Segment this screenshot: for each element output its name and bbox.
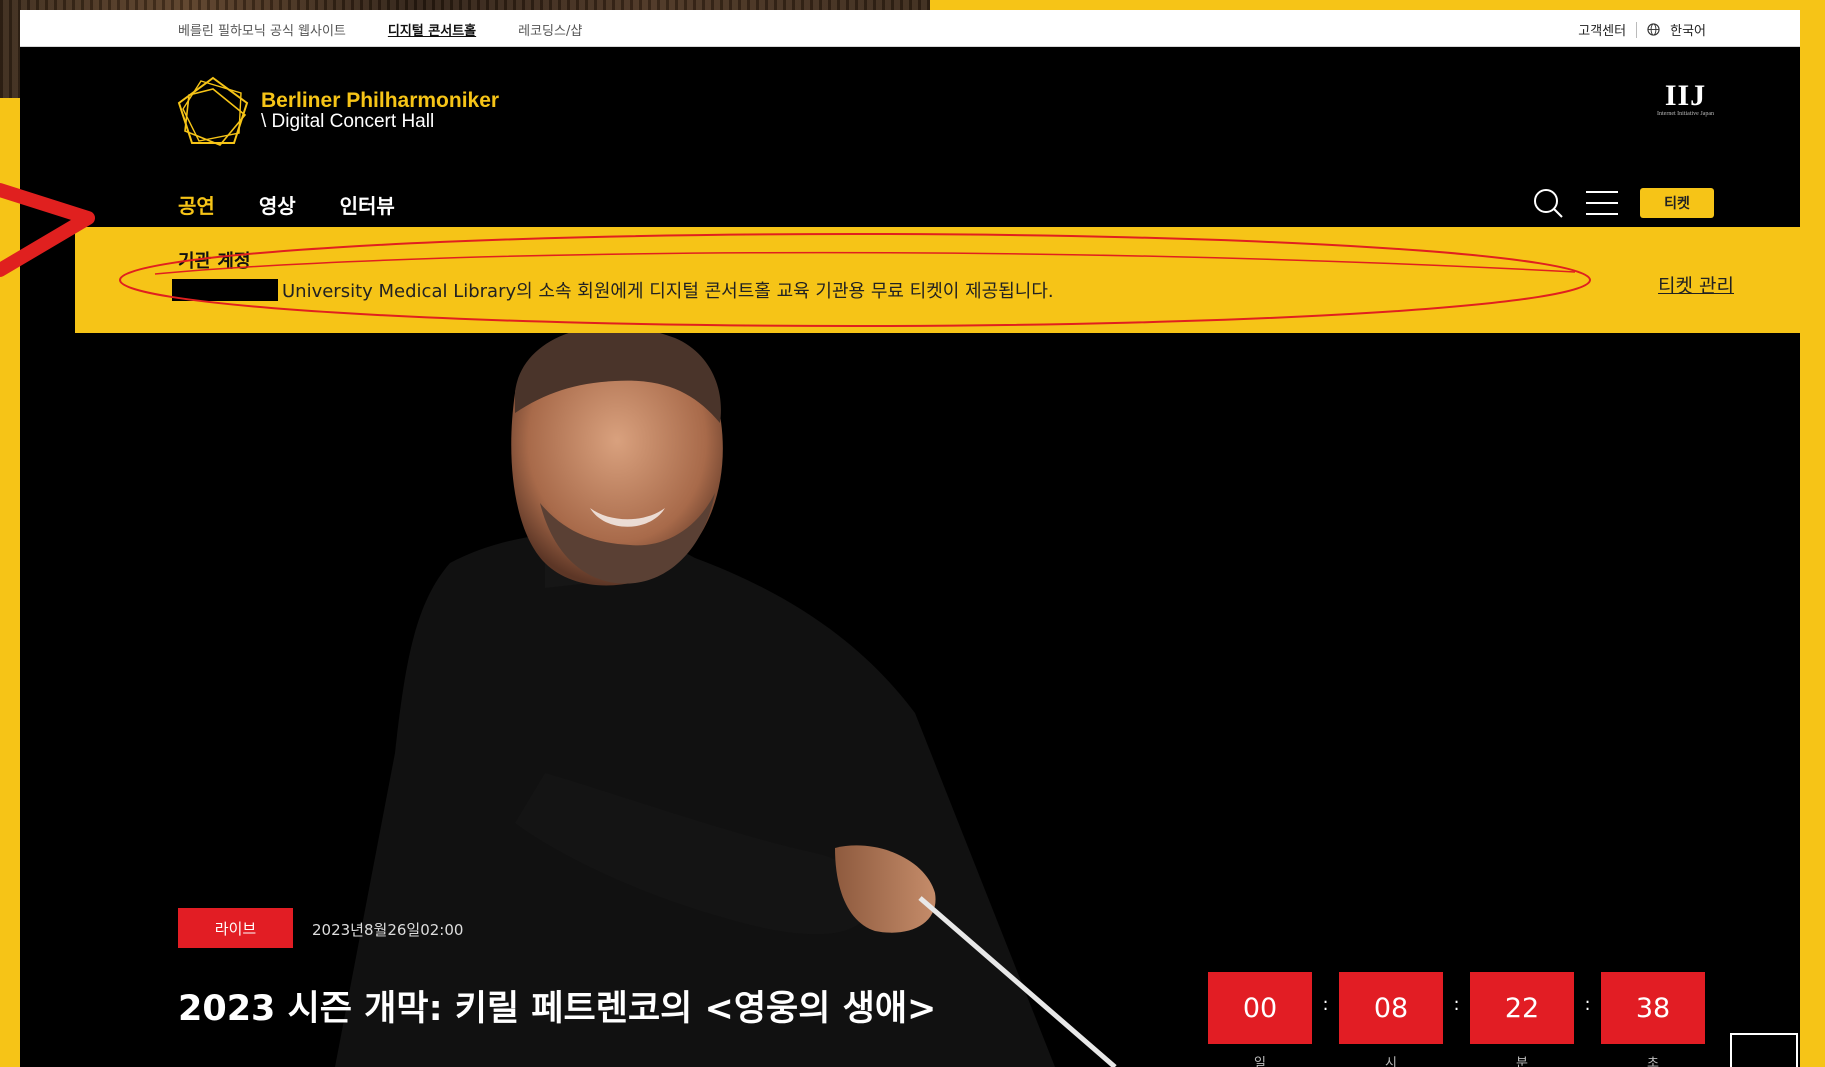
countdown-hours: 08 bbox=[1339, 972, 1443, 1044]
logo-subtitle: \ Digital Concert Hall bbox=[261, 111, 435, 133]
main-nav: 공연 영상 인터뷰 bbox=[178, 190, 395, 219]
countdown-unit-days: 일 bbox=[1254, 1056, 1266, 1067]
countdown-minutes: 22 bbox=[1470, 972, 1574, 1044]
site-header: Berliner Philharmoniker \ Digital Concer… bbox=[20, 47, 1800, 227]
countdown: 00 : 08 : 22 : 38 일 시 분 초 bbox=[1208, 972, 1705, 1067]
banner-message-row: University Medical Library의 소속 회원에게 디지털 … bbox=[172, 277, 1054, 303]
ticket-button[interactable]: 티켓 bbox=[1640, 188, 1714, 218]
logo-pentagon-icon bbox=[177, 76, 249, 146]
globe-icon bbox=[1647, 23, 1660, 36]
hero-image bbox=[75, 333, 1800, 1067]
divider bbox=[1636, 21, 1638, 38]
conductor-photo bbox=[335, 333, 1117, 1067]
countdown-separator: : bbox=[1584, 994, 1591, 1015]
support-link[interactable]: 고객센터 bbox=[1578, 20, 1626, 39]
logo[interactable]: Berliner Philharmoniker \ Digital Concer… bbox=[175, 75, 499, 147]
countdown-days: 00 bbox=[1208, 972, 1312, 1044]
nav-item-concerts[interactable]: 공연 bbox=[178, 190, 215, 219]
link-official-website[interactable]: 베를린 필하모닉 공식 웹사이트 bbox=[178, 20, 346, 39]
redacted-name bbox=[172, 279, 278, 301]
event-title[interactable]: 2023 시즌 개막: 키릴 페트렌코의 <영웅의 생애> bbox=[178, 980, 936, 1031]
link-digital-concert-hall[interactable]: 디지털 콘서트홀 bbox=[388, 20, 476, 39]
live-badge: 라이브 bbox=[178, 908, 293, 948]
countdown-unit-hours: 시 bbox=[1385, 1056, 1397, 1067]
banner-title: 기관 계정 bbox=[178, 251, 251, 272]
utility-bar: 베를린 필하모닉 공식 웹사이트 디지털 콘서트홀 레코딩스/샵 고객센터 한국… bbox=[20, 10, 1800, 47]
link-recordings-shop[interactable]: 레코딩스/샵 bbox=[518, 20, 582, 39]
logo-title: Berliner Philharmoniker bbox=[261, 89, 500, 112]
browser-page: 베를린 필하모닉 공식 웹사이트 디지털 콘서트홀 레코딩스/샵 고객센터 한국… bbox=[20, 10, 1800, 1067]
countdown-seconds: 38 bbox=[1601, 972, 1705, 1044]
nav-item-videos[interactable]: 영상 bbox=[259, 190, 296, 219]
sponsor-tagline: Internet Initiative Japan bbox=[1657, 111, 1714, 117]
manage-tickets-link[interactable]: 티켓 관리 bbox=[1658, 271, 1734, 298]
event-date: 2023년8월26일02:00 bbox=[312, 921, 464, 939]
banner-message: University Medical Library의 소속 회원에게 디지털 … bbox=[282, 281, 1054, 302]
menu-icon[interactable] bbox=[1586, 190, 1618, 216]
header-tools: 티켓 bbox=[1532, 187, 1714, 219]
nav-item-interviews[interactable]: 인터뷰 bbox=[340, 190, 395, 219]
institution-banner: 기관 계정 University Medical Library의 소속 회원에… bbox=[75, 227, 1800, 333]
countdown-unit-seconds: 초 bbox=[1647, 1056, 1659, 1067]
sponsor-logo[interactable]: IIJ Internet Initiative Japan bbox=[1657, 79, 1714, 117]
sponsor-name: IIJ bbox=[1664, 79, 1707, 112]
language-selector[interactable]: 한국어 bbox=[1670, 20, 1706, 39]
countdown-separator: : bbox=[1322, 994, 1329, 1015]
scroll-top-button[interactable] bbox=[1730, 1033, 1798, 1067]
annotation-arrow-icon bbox=[0, 183, 95, 277]
countdown-unit-minutes: 분 bbox=[1516, 1056, 1528, 1067]
search-icon[interactable] bbox=[1532, 187, 1564, 219]
countdown-separator: : bbox=[1453, 994, 1460, 1015]
